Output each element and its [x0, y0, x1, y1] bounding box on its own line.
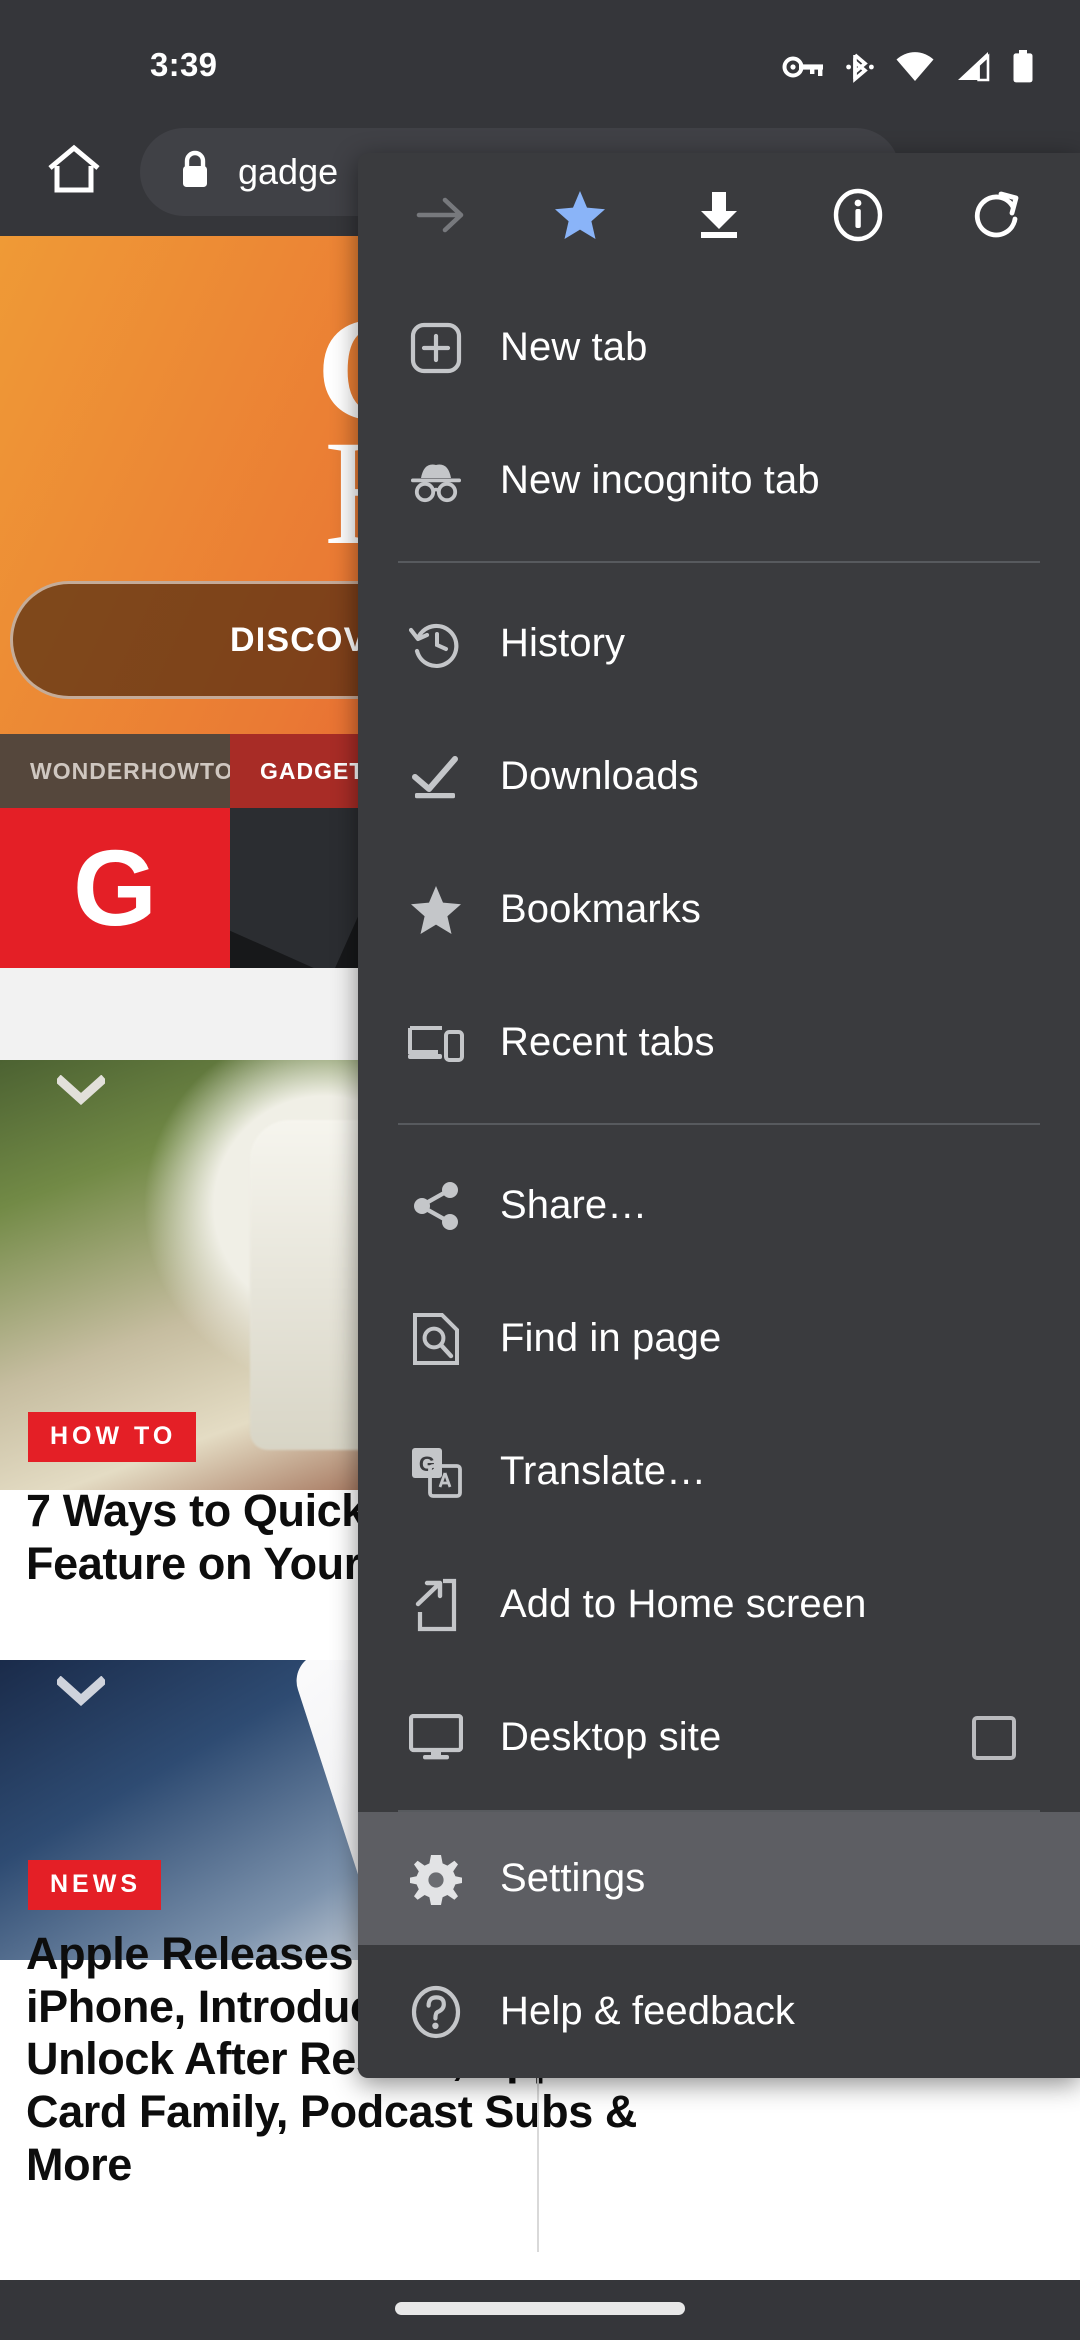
menu-item-label: New tab	[500, 325, 648, 369]
incognito-icon	[398, 443, 474, 519]
menu-item-recent-tabs[interactable]: Recent tabs	[358, 976, 1080, 1109]
home-gesture-pill[interactable]	[395, 2302, 685, 2315]
translate-icon: G	[398, 1434, 474, 1510]
menu-item-share[interactable]: Share…	[358, 1139, 1080, 1272]
menu-item-history[interactable]: History	[358, 577, 1080, 710]
forward-button[interactable]	[404, 180, 478, 254]
menu-item-translate[interactable]: G Translate…	[358, 1405, 1080, 1538]
phone-screen: G H DISCOVER IOS WONDERHOWTO GADGET HACK…	[0, 0, 1080, 2340]
menu-item-settings[interactable]: Settings	[358, 1812, 1080, 1945]
status-clock: 3:39	[150, 46, 218, 83]
menu-item-label: Help & feedback	[500, 1989, 796, 2033]
download-button[interactable]	[682, 180, 756, 254]
devices-icon	[398, 1005, 474, 1081]
cell-signal-icon	[956, 52, 990, 82]
desktop-site-checkbox[interactable]	[972, 1715, 1016, 1760]
lock-icon	[178, 150, 212, 195]
menu-item-label: Desktop site	[500, 1715, 722, 1759]
home-icon	[46, 144, 102, 201]
menu-item-label: Recent tabs	[500, 1020, 715, 1064]
menu-item-new-incognito-tab[interactable]: New incognito tab	[358, 414, 1080, 547]
find-in-page-icon	[398, 1301, 474, 1377]
downloads-icon	[398, 739, 474, 815]
gear-icon	[398, 1841, 474, 1917]
info-icon	[832, 188, 884, 247]
menu-item-label: Settings	[500, 1856, 646, 1900]
bluetooth-icon	[846, 50, 874, 84]
bookmark-button[interactable]	[543, 180, 617, 254]
home-button[interactable]	[36, 134, 112, 210]
system-navigation-bar	[0, 2280, 1080, 2340]
share-icon	[398, 1168, 474, 1244]
browser-overflow-menu: New tab New incognito tab History Downlo…	[358, 153, 1080, 2078]
menu-item-bookmarks[interactable]: Bookmarks	[358, 843, 1080, 976]
history-icon	[398, 606, 474, 682]
menu-divider	[398, 1123, 1040, 1125]
reload-icon	[971, 189, 1023, 246]
page-info-button[interactable]	[821, 180, 895, 254]
menu-item-desktop-site[interactable]: Desktop site	[358, 1671, 1080, 1804]
desktop-icon	[398, 1700, 474, 1776]
status-bar: 3:39	[0, 0, 1080, 108]
arrow-forward-icon	[415, 193, 467, 242]
new-tab-icon	[398, 310, 474, 386]
menu-item-label: Downloads	[500, 754, 699, 798]
menu-item-help-and-feedback[interactable]: Help & feedback	[358, 1945, 1080, 2078]
menu-item-label: Bookmarks	[500, 887, 701, 931]
menu-item-label: New incognito tab	[500, 458, 820, 502]
status-icon-group	[782, 50, 1034, 84]
menu-item-downloads[interactable]: Downloads	[358, 710, 1080, 843]
menu-item-label: Add to Home screen	[500, 1582, 867, 1626]
menu-item-label: Find in page	[500, 1316, 722, 1360]
star-filled-icon	[398, 872, 474, 948]
wifi-icon	[896, 52, 934, 82]
add-to-home-icon	[398, 1567, 474, 1643]
menu-quick-actions-row	[358, 153, 1080, 281]
url-text: gadge	[238, 151, 339, 192]
menu-item-new-tab[interactable]: New tab	[358, 281, 1080, 414]
battery-icon	[1012, 50, 1034, 84]
menu-item-label: History	[500, 621, 626, 665]
menu-item-label: Share…	[500, 1183, 648, 1227]
help-icon	[398, 1974, 474, 2050]
reload-button[interactable]	[960, 180, 1034, 254]
vpn-key-icon	[782, 53, 824, 81]
menu-item-add-to-home-screen[interactable]: Add to Home screen	[358, 1538, 1080, 1671]
star-icon	[553, 189, 607, 246]
download-icon	[694, 189, 744, 246]
menu-divider	[398, 561, 1040, 563]
menu-item-find-in-page[interactable]: Find in page	[358, 1272, 1080, 1405]
menu-item-label: Translate…	[500, 1449, 707, 1493]
